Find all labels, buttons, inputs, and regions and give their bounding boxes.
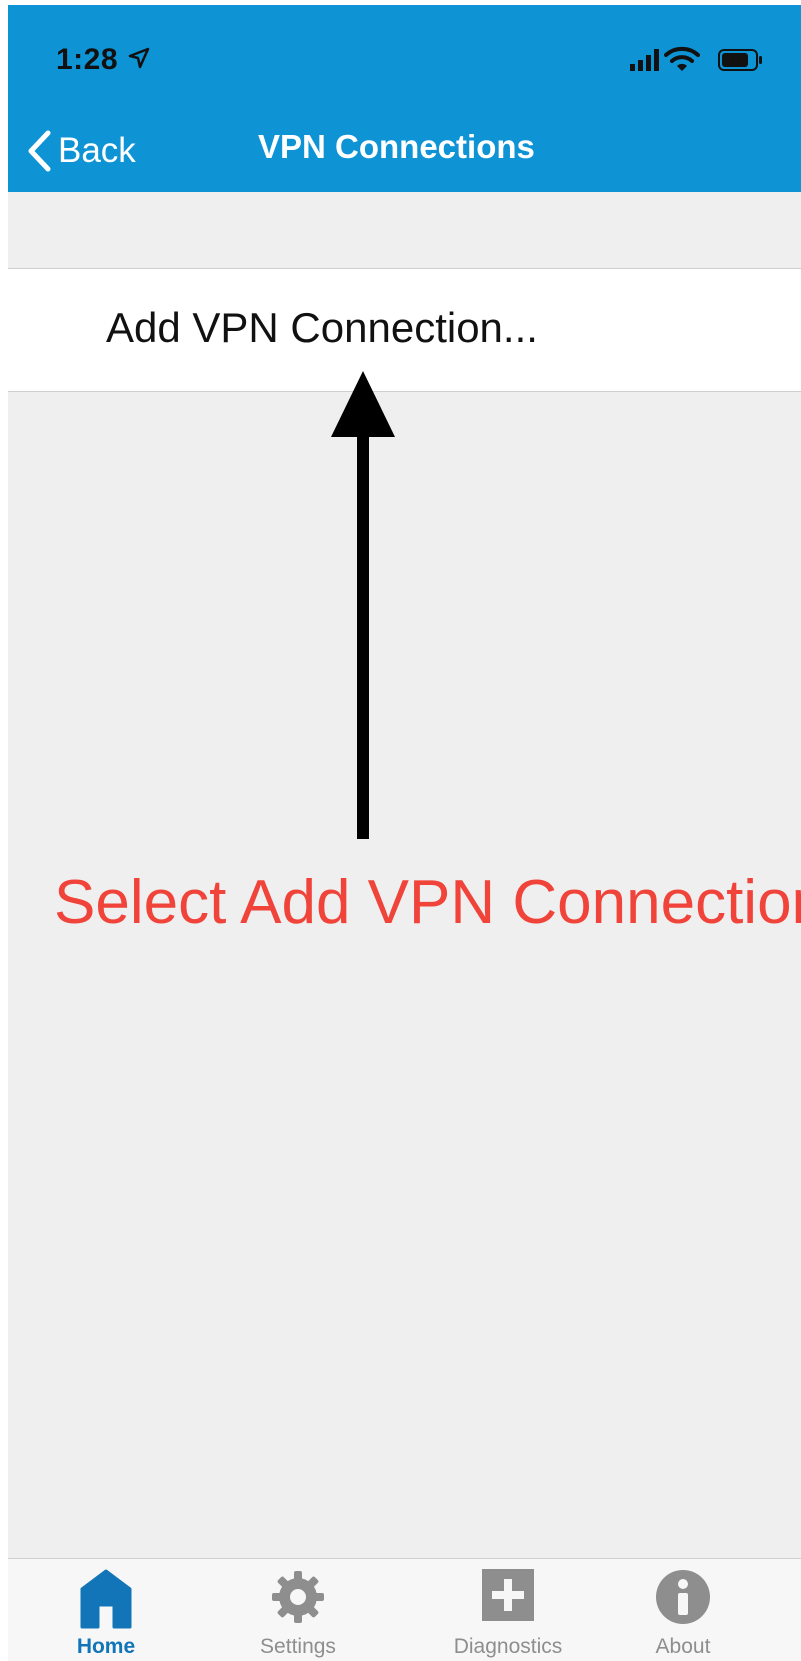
tab-settings[interactable]: Settings — [233, 1559, 363, 1661]
annotation-text: Select Add VPN Connection — [54, 868, 801, 937]
tab-about[interactable]: About — [623, 1559, 743, 1661]
chevron-left-icon — [28, 130, 51, 172]
tab-home-label: Home — [76, 1635, 136, 1658]
home-icon — [80, 1569, 132, 1629]
tab-bar: Home Settings Diagnostics About — [8, 1558, 801, 1661]
back-button[interactable]: Back — [26, 121, 166, 181]
tab-settings-label: Settings — [260, 1635, 336, 1658]
add-vpn-connection-label: Add VPN Connection... — [106, 304, 538, 351]
gear-icon — [272, 1571, 324, 1623]
annotation-arrow — [331, 371, 395, 839]
back-label: Back — [58, 131, 136, 170]
app-screen: 1:28 Back VPN Connections Add VPN Connec… — [8, 5, 801, 1661]
plus-square-icon — [482, 1569, 534, 1621]
tab-diagnostics[interactable]: Diagnostics — [428, 1559, 588, 1661]
page-title: VPN Connections — [258, 128, 535, 165]
tab-about-label: About — [655, 1635, 711, 1658]
tab-diagnostics-label: Diagnostics — [453, 1635, 563, 1658]
wifi-icon — [664, 46, 700, 71]
add-vpn-connection-row[interactable]: Add VPN Connection... — [8, 268, 801, 392]
info-icon — [656, 1570, 710, 1624]
battery-icon — [718, 49, 762, 71]
cellular-signal-icon — [630, 49, 659, 71]
header-bar: 1:28 Back VPN Connections — [8, 5, 801, 192]
status-time: 1:28 — [56, 43, 119, 76]
tab-home[interactable]: Home — [46, 1559, 166, 1661]
location-arrow-icon — [128, 47, 150, 69]
